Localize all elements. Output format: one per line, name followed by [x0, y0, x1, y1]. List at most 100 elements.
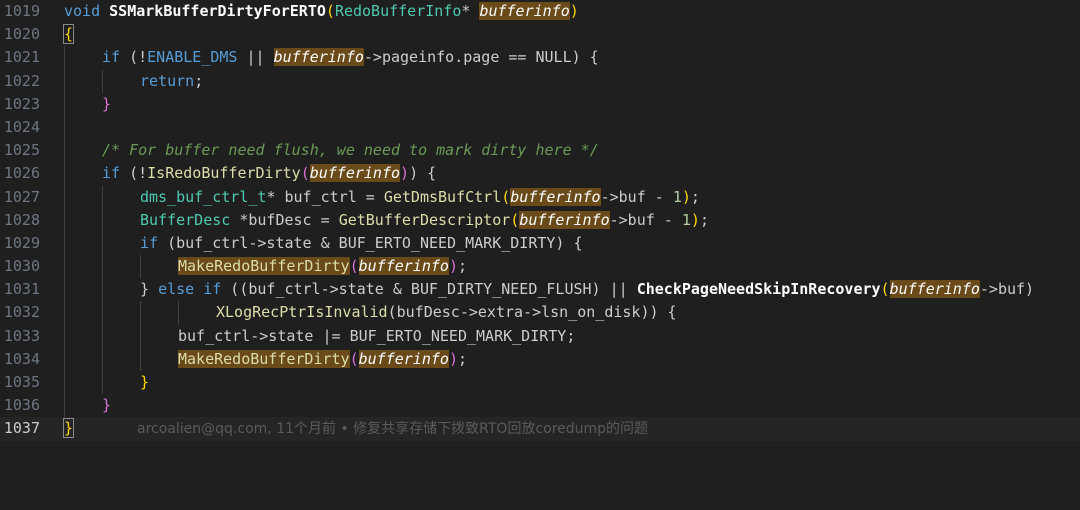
keyword: if — [102, 164, 121, 183]
paren: ( — [510, 210, 520, 229]
code-line-1025[interactable]: 1025 /* For buffer need flush, we need t… — [0, 139, 1080, 163]
highlighted-function-call: MakeRedoBufferDirty — [178, 349, 350, 368]
code-line-1027[interactable]: 1027 dms_buf_ctrl_t* buf_ctrl = GetDmsBu… — [0, 185, 1080, 209]
code-text: ((buf_ctrl->state & BUF_DIRTY_NEED_FLUSH… — [221, 280, 637, 299]
code-line-1019[interactable]: 1019 void SSMarkBufferDirtyForERTO(RedoB… — [0, 0, 1080, 23]
highlighted-symbol: bufferinfo — [519, 210, 610, 229]
code-line-1028[interactable]: 1028 BufferDesc *bufDesc = GetBufferDesc… — [0, 208, 1080, 232]
code-line-1020[interactable]: 1020 { — [0, 23, 1080, 46]
keyword: return — [140, 71, 195, 90]
code-text: ->pageinfo.page == NULL) { — [363, 48, 599, 67]
code-comment: /* For buffer need flush, we need to mar… — [102, 141, 599, 160]
line-number: 1020 — [3, 25, 40, 44]
highlighted-symbol: bufferinfo — [309, 164, 401, 183]
line-number: 1030 — [3, 257, 40, 276]
keyword: if — [140, 233, 159, 252]
code-line-1024[interactable]: 1024 — [0, 115, 1080, 140]
code-text: ) { — [409, 164, 437, 183]
paren: ) — [400, 164, 410, 183]
type-name: BufferDesc — [140, 210, 231, 229]
function-call: GetBufferDescriptor — [338, 210, 511, 229]
code-line-1031[interactable]: 1031 } else if ((buf_ctrl->state & BUF_D… — [0, 278, 1080, 302]
paren: ( — [349, 349, 359, 368]
code-text: ; — [457, 257, 467, 276]
code-line-1026[interactable]: 1026 if (!IsRedoBufferDirty(bufferinfo))… — [0, 162, 1080, 186]
function-call: CheckPageNeedSkipInRecovery — [636, 280, 881, 299]
keyword: if — [102, 48, 121, 67]
code-line-1036[interactable]: 1036 } — [0, 394, 1080, 418]
type-name: dms_buf_ctrl_t — [140, 187, 267, 206]
brace: } — [102, 396, 112, 415]
code-line-1023[interactable]: 1023 } — [0, 92, 1080, 116]
keyword: void — [64, 2, 101, 20]
highlighted-symbol: bufferinfo — [479, 2, 570, 20]
paren: ) — [569, 2, 579, 20]
code-text: (! — [120, 164, 148, 183]
paren: ( — [880, 280, 890, 299]
code-text: (buf_ctrl->state & BUF_ERTO_NEED_MARK_DI… — [158, 233, 583, 252]
code-line-1021[interactable]: 1021 if (!ENABLE_DMS || bufferinfo->page… — [0, 46, 1080, 70]
line-number: 1033 — [3, 326, 40, 345]
code-line-1033[interactable]: 1033 buf_ctrl->state |= BUF_ERTO_NEED_MA… — [0, 324, 1080, 348]
line-number: 1035 — [3, 373, 40, 391]
code-text: * buf_ctrl = — [266, 187, 384, 206]
code-text: ->buf - — [600, 187, 673, 206]
line-number: 1026 — [3, 164, 40, 183]
line-number: 1019 — [3, 2, 40, 20]
line-number: 1031 — [3, 280, 40, 299]
number-literal: 1 — [672, 187, 682, 206]
macro: ENABLE_DMS — [147, 48, 238, 67]
highlighted-symbol: bufferinfo — [358, 349, 449, 368]
code-line-1034[interactable]: 1034 MakeRedoBufferDirty(bufferinfo); — [0, 347, 1080, 371]
code-text: ->buf - — [609, 210, 682, 229]
code-line-1037[interactable]: 1037 } arcoalien@qq.com, 11个月前 • 修复共享存储下拨… — [0, 417, 1080, 441]
paren: ) — [690, 210, 700, 229]
line-number: 1027 — [3, 187, 40, 206]
paren: ) — [448, 349, 458, 368]
function-name: SSMarkBufferDirtyForERTO — [109, 2, 326, 20]
keyword: else if — [158, 280, 222, 299]
line-number: 1029 — [3, 233, 40, 252]
line-number: 1036 — [3, 396, 40, 415]
code-line-1035[interactable]: 1035 } — [0, 371, 1080, 395]
function-call: XLogRecPtrIsInvalid — [216, 303, 388, 322]
code-text: } — [140, 280, 159, 299]
code-line-1032[interactable]: 1032 XLogRecPtrIsInvalid(bufDesc->extra-… — [0, 301, 1080, 325]
code-line-1030[interactable]: 1030 MakeRedoBufferDirty(bufferinfo); — [0, 255, 1080, 279]
paren: ) — [681, 187, 691, 206]
code-text: ; — [699, 210, 709, 229]
line-number: 1025 — [3, 141, 40, 160]
code-text: buf_ctrl->state |= BUF_ERTO_NEED_MARK_DI… — [178, 326, 576, 345]
number-literal: 1 — [681, 210, 691, 229]
paren: ( — [501, 187, 511, 206]
line-number: 1022 — [3, 71, 40, 90]
line-number: 1034 — [3, 349, 40, 368]
line-number: 1032 — [3, 303, 40, 322]
highlighted-symbol: bufferinfo — [273, 48, 364, 67]
highlighted-symbol: bufferinfo — [889, 280, 980, 299]
function-call: GetDmsBufCtrl — [383, 187, 502, 206]
line-number: 1023 — [3, 94, 40, 113]
brace: } — [102, 94, 112, 113]
code-text: ; — [457, 349, 467, 368]
code-line-1029[interactable]: 1029 if (buf_ctrl->state & BUF_ERTO_NEED… — [0, 231, 1080, 256]
line-number: 1021 — [3, 48, 40, 67]
code-text: * — [461, 2, 480, 20]
code-text: (! — [120, 48, 148, 67]
code-text: (bufDesc->extra->lsn_on_disk)) { — [387, 303, 677, 322]
highlighted-function-call: MakeRedoBufferDirty — [178, 257, 350, 276]
brace: } — [62, 418, 75, 439]
type-name: RedoBufferInfo — [334, 2, 462, 20]
brace: { — [62, 24, 75, 45]
paren: ( — [325, 2, 335, 20]
git-blame-annotation: arcoalien@qq.com, 11个月前 • 修复共享存储下拨致RTO回放… — [137, 421, 649, 438]
code-text: ; — [194, 71, 204, 90]
paren: ( — [349, 257, 359, 276]
code-text: ->buf) — [979, 280, 1035, 299]
code-line-1022[interactable]: 1022 return; — [0, 69, 1080, 93]
code-editor[interactable]: 1019 void SSMarkBufferDirtyForERTO(RedoB… — [0, 0, 1080, 441]
function-call: IsRedoBufferDirty — [147, 164, 301, 183]
brace: } — [140, 373, 150, 391]
line-number: 1028 — [3, 210, 40, 229]
code-text: ; — [690, 187, 700, 206]
